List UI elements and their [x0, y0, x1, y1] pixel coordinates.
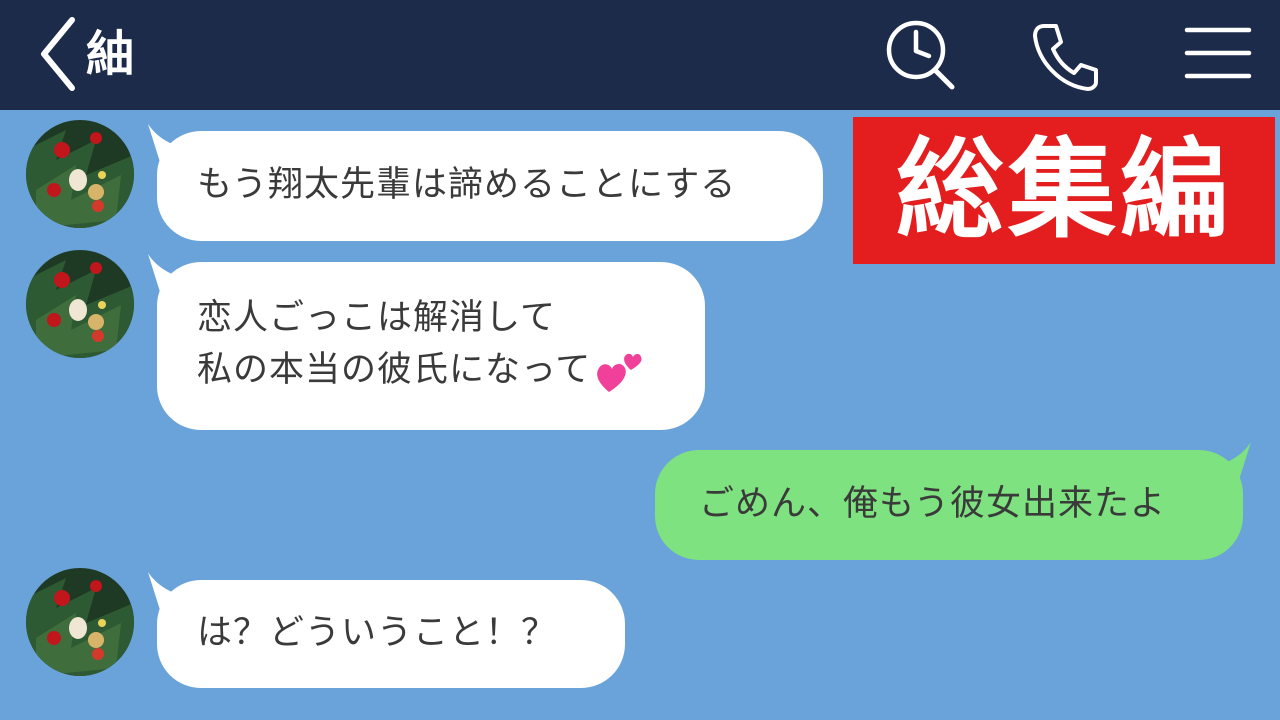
christmas-tree-avatar-icon	[26, 120, 134, 228]
avatar[interactable]	[26, 568, 134, 676]
message-text: もう翔太先輩は諦めることにする	[197, 165, 737, 205]
message-text-line2: 私の本当の彼氏になって	[197, 344, 705, 396]
menu-button[interactable]	[1180, 18, 1256, 94]
message-bubble-incoming[interactable]: もう翔太先輩は諦めることにする	[157, 131, 823, 241]
christmas-tree-avatar-icon	[26, 568, 134, 676]
search-button[interactable]	[884, 18, 960, 94]
message-text: は？どういうこと！？	[197, 613, 558, 653]
two-hearts-icon	[597, 353, 642, 392]
clock-search-icon	[886, 20, 955, 90]
avatar[interactable]	[26, 120, 134, 228]
call-button[interactable]	[1028, 18, 1104, 94]
message-bubble-outgoing[interactable]: ごめん、俺もう彼女出来たよ	[655, 450, 1243, 560]
chat-header: 紬	[0, 0, 1280, 110]
message-bubble-incoming[interactable]: 恋人ごっこは解消して 私の本当の彼氏になって	[157, 262, 705, 430]
back-button[interactable]	[36, 14, 80, 94]
message-text: 恋人ごっこは解消して	[197, 298, 556, 338]
compilation-banner: 総集編	[853, 117, 1275, 264]
bubble-tail	[1215, 442, 1251, 480]
chat-title: 紬	[86, 26, 135, 82]
hamburger-menu-icon	[1184, 27, 1252, 79]
christmas-tree-avatar-icon	[26, 250, 134, 358]
chevron-left-icon	[41, 17, 75, 91]
message-text: 私の本当の彼氏になって	[197, 350, 592, 390]
message-bubble-incoming[interactable]: は？どういうこと！？	[157, 580, 625, 688]
phone-icon	[1033, 24, 1098, 91]
avatar[interactable]	[26, 250, 134, 358]
message-text: ごめん、俺もう彼女出来たよ	[699, 484, 1166, 524]
